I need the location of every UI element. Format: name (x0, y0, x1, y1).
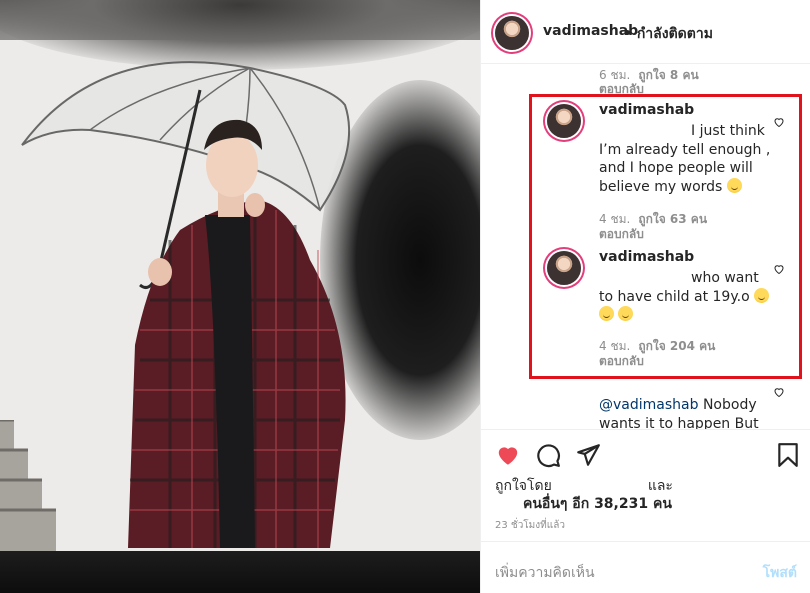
comment-line: believe my words (599, 178, 723, 195)
grinning-sweat-emoji-icon (599, 306, 614, 321)
comment-composer: เพิ่มความคิดเห็น โพสต์ (481, 541, 810, 593)
bookmark-icon[interactable] (775, 442, 801, 468)
partial-comment: @vadimashab Nobody wants it to happen Bu… (599, 396, 779, 429)
post-button[interactable]: โพสต์ (763, 562, 797, 584)
car-dashboard-foreground (0, 551, 480, 593)
comment-username[interactable]: vadimashab (599, 102, 694, 118)
comment-likes[interactable]: ถูกใจ 204 คน (638, 339, 715, 353)
comment-line: I just think (691, 123, 765, 139)
mention-link[interactable]: @vadimashab (599, 397, 699, 413)
share-icon[interactable] (575, 442, 601, 468)
comment-likes[interactable]: ถูกใจ 8 คน (638, 68, 698, 82)
post-header: vadimashab • กำลังติดตาม (481, 0, 810, 64)
post-actions: ถูกใจโดย และ คนอื่นๆ อีก 38,231 คน 23 ชั่… (481, 429, 810, 541)
heart-outline-icon[interactable] (773, 263, 785, 275)
comment-text: Nobody (698, 397, 757, 413)
heart-outline-icon[interactable] (773, 116, 785, 128)
comment-time: 4 ชม. (599, 339, 631, 353)
avatar[interactable] (547, 104, 581, 138)
reply-button[interactable]: ตอบกลับ (599, 352, 644, 371)
comment-text: wants it to happen But (599, 415, 759, 430)
reply-button[interactable]: ตอบกลับ (599, 225, 644, 244)
likes-count[interactable]: คนอื่นๆ อีก 38,231 คน (523, 493, 672, 515)
list-item: vadimashab I just think I’m already tell… (547, 100, 797, 241)
grinning-sweat-emoji-icon (618, 306, 634, 321)
model-illustration (21, 61, 351, 548)
liked-by-label: ถูกใจโดย (495, 478, 552, 494)
comment-text: I just think I’m already tell enough , a… (599, 122, 777, 196)
post-photo (0, 0, 480, 593)
comment-line: to have child at 19y.o (599, 288, 750, 305)
expressionless-emoji-icon (726, 177, 742, 193)
grinning-sweat-emoji-icon (754, 287, 770, 303)
comment-likes[interactable]: ถูกใจ 63 คน (638, 212, 707, 226)
comment-icon[interactable] (535, 442, 561, 468)
comment-line: and I hope people will (599, 160, 753, 176)
avatar[interactable] (495, 16, 529, 50)
comment-input[interactable]: เพิ่มความคิดเห็น (495, 562, 595, 584)
and-label: และ (647, 478, 673, 494)
comment-username[interactable]: vadimashab (599, 249, 694, 265)
list-item: vadimashab who want to have child at 19y… (547, 247, 797, 377)
comment-text: who want to have child at 19y.o (599, 269, 777, 325)
comment-line: I’m already tell enough , (599, 141, 771, 158)
avatar[interactable] (547, 251, 581, 285)
post-timestamp[interactable]: 23 ชั่วโมงที่แล้ว (495, 518, 565, 533)
comment-line: who want (691, 270, 759, 286)
comment-time: 4 ชม. (599, 212, 631, 226)
follow-status[interactable]: • กำลังติดตาม (623, 23, 713, 45)
post-side-panel: vadimashab • กำลังติดตาม 6 ชม. ถูกใจ 8 คน… (480, 0, 810, 593)
heart-filled-icon[interactable] (495, 442, 521, 468)
comments-list[interactable]: 6 ชม. ถูกใจ 8 คน ตอบกลับ vadimashab I jus… (481, 64, 810, 429)
